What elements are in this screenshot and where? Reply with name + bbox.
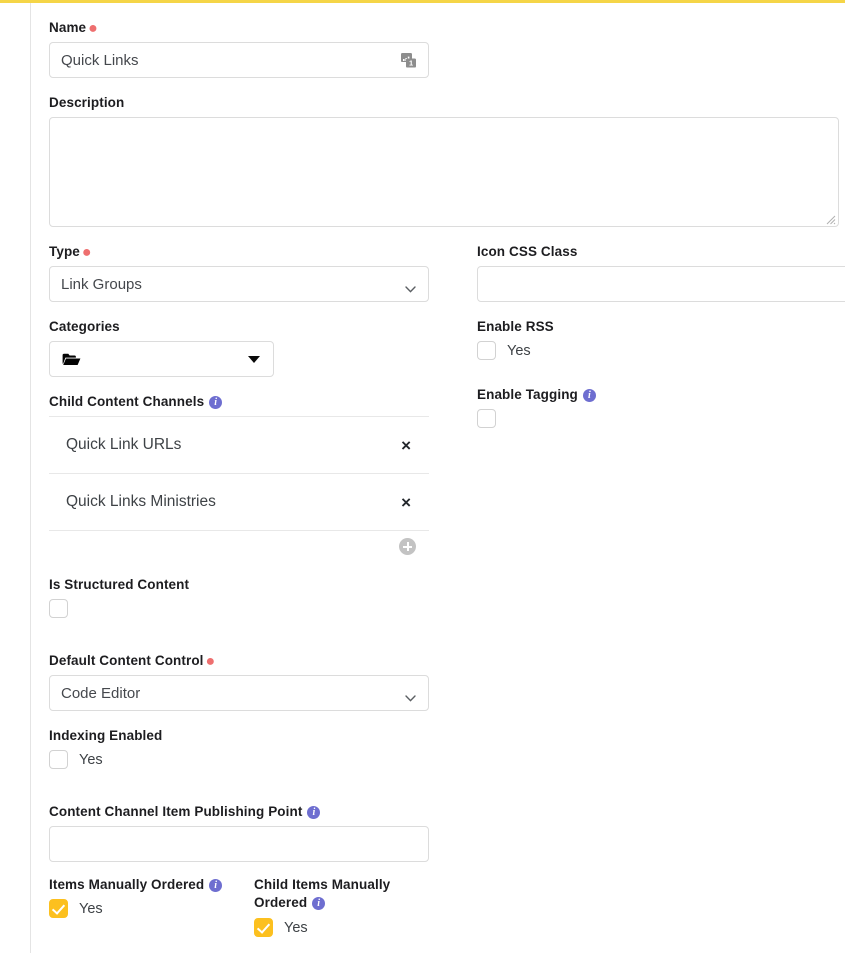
required-marker: ●	[205, 653, 216, 670]
icon-css-class-input[interactable]	[477, 266, 845, 302]
field-default-content-control: Default Content Control ● Code Editor	[49, 652, 459, 711]
items-manually-ordered-checkbox[interactable]	[49, 899, 68, 918]
is-structured-content-label: Is Structured Content	[49, 577, 190, 592]
categories-label: Categories	[49, 319, 120, 334]
field-child-items-manually-ordered: Child Items Manually Ordered i Yes	[254, 876, 439, 937]
type-selected-value: Link Groups	[61, 275, 142, 293]
child-channel-name: Quick Link URLs	[66, 436, 182, 453]
field-type: Type ● Link Groups	[49, 243, 459, 302]
chevron-down-icon	[405, 280, 416, 293]
indexing-enabled-label: Indexing Enabled	[49, 728, 163, 743]
column-right: Icon CSS Class Enable RSS Yes Enable Tag…	[459, 243, 845, 937]
enable-rss-checkbox[interactable]	[477, 341, 496, 360]
name-input[interactable]: Quick Links	[49, 42, 429, 78]
add-icon[interactable]	[399, 538, 416, 555]
field-child-content-channels: Child Content Channels i Quick Link URLs …	[49, 393, 459, 562]
info-icon[interactable]: i	[307, 806, 321, 819]
field-name: Name ● Quick Links 1	[49, 19, 839, 78]
column-left: Type ● Link Groups Categories Child Cont…	[49, 243, 459, 937]
items-manually-ordered-checkbox-label: Yes	[79, 900, 103, 917]
is-structured-content-checkbox[interactable]	[49, 599, 68, 618]
type-label: Type ●	[49, 244, 92, 261]
enable-rss-row: Yes	[477, 341, 845, 360]
indexing-enabled-row: Yes	[49, 750, 459, 769]
field-items-manually-ordered: Items Manually Ordered i Yes	[49, 876, 254, 918]
enable-rss-checkbox-label: Yes	[507, 342, 531, 359]
child-items-manually-ordered-checkbox[interactable]	[254, 918, 273, 937]
child-channel-name: Quick Links Ministries	[66, 493, 216, 510]
multi-language-icon[interactable]: 1	[399, 50, 419, 70]
resize-grip-icon[interactable]	[824, 212, 836, 225]
indexing-enabled-checkbox-label: Yes	[79, 751, 103, 768]
enable-tagging-checkbox[interactable]	[477, 409, 496, 428]
default-content-control-selected-value: Code Editor	[61, 684, 141, 702]
description-label: Description	[49, 95, 125, 110]
enable-tagging-label: Enable Tagging i	[477, 386, 845, 403]
enable-tagging-row	[477, 409, 845, 428]
chevron-down-icon	[405, 689, 416, 702]
field-publishing-point: Content Channel Item Publishing Point i	[49, 803, 459, 862]
items-manually-ordered-row: Yes	[49, 899, 254, 918]
field-description: Description	[49, 94, 839, 227]
content-channel-form: Name ● Quick Links 1 Description Type ● …	[31, 3, 845, 953]
field-categories: Categories	[49, 318, 459, 377]
list-item[interactable]: Quick Link URLs ×	[49, 417, 429, 474]
field-icon-css-class: Icon CSS Class	[477, 243, 845, 302]
is-structured-content-row	[49, 599, 459, 618]
description-textarea[interactable]	[49, 117, 839, 227]
info-icon[interactable]: i	[582, 389, 596, 402]
child-items-manually-ordered-checkbox-label: Yes	[284, 919, 308, 936]
enable-rss-label: Enable RSS	[477, 319, 554, 334]
publishing-point-input[interactable]	[49, 826, 429, 862]
two-column-row-type: Type ● Link Groups Categories Child Cont…	[49, 243, 845, 937]
child-items-manually-ordered-label: Child Items Manually Ordered i	[254, 877, 391, 910]
publishing-point-label: Content Channel Item Publishing Point i	[49, 803, 459, 820]
remove-icon[interactable]: ×	[397, 492, 415, 513]
manual-ordering-row: Items Manually Ordered i Yes Child Items …	[49, 876, 459, 937]
info-icon[interactable]: i	[209, 879, 223, 892]
categories-picker[interactable]	[49, 341, 274, 377]
name-label: Name ●	[49, 20, 98, 37]
field-enable-tagging: Enable Tagging i	[477, 386, 845, 428]
svg-text:1: 1	[409, 59, 413, 68]
type-select[interactable]: Link Groups	[49, 266, 429, 302]
child-items-manually-ordered-row: Yes	[254, 918, 439, 937]
folder-open-icon	[62, 352, 81, 367]
required-marker: ●	[88, 20, 98, 37]
default-content-control-select[interactable]: Code Editor	[49, 675, 429, 711]
indexing-enabled-checkbox[interactable]	[49, 750, 68, 769]
icon-css-class-label: Icon CSS Class	[477, 244, 578, 259]
info-icon[interactable]: i	[209, 396, 223, 409]
child-content-channels-label: Child Content Channels i	[49, 393, 459, 410]
default-content-control-label: Default Content Control ●	[49, 653, 216, 670]
required-marker: ●	[81, 244, 92, 261]
field-enable-rss: Enable RSS Yes	[477, 318, 845, 360]
name-input-wrapper: Quick Links 1	[49, 42, 429, 78]
items-manually-ordered-label: Items Manually Ordered i	[49, 876, 254, 893]
child-content-channels-list: Quick Link URLs × Quick Links Ministries…	[49, 416, 429, 562]
child-channel-add-row	[49, 531, 429, 562]
content-channel-detail-page: Name ● Quick Links 1 Description Type ● …	[0, 0, 845, 953]
caret-down-icon	[248, 356, 260, 363]
info-icon[interactable]: i	[312, 897, 326, 910]
field-is-structured-content: Is Structured Content	[49, 576, 459, 618]
field-indexing-enabled: Indexing Enabled Yes	[49, 727, 459, 769]
remove-icon[interactable]: ×	[397, 435, 415, 456]
list-item[interactable]: Quick Links Ministries ×	[49, 474, 429, 531]
